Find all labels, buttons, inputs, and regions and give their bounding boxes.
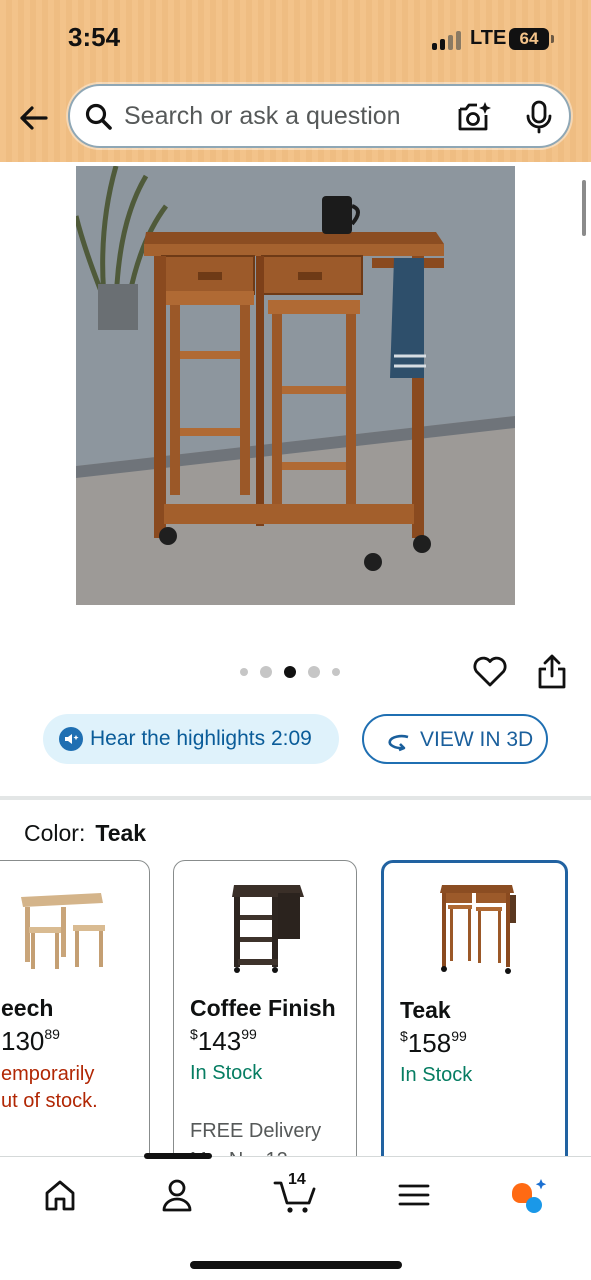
availability-line: emporarily xyxy=(1,1063,95,1085)
search-input[interactable] xyxy=(124,96,444,136)
color-swatch-beech[interactable]: eech 13089 emporarily ut of stock. xyxy=(0,860,150,1180)
swatch-availability: In Stock xyxy=(190,1062,263,1084)
cart-count-badge: 14 xyxy=(288,1171,306,1188)
account-icon[interactable] xyxy=(157,1175,197,1215)
home-indicator-bar xyxy=(190,1261,402,1269)
home-icon[interactable] xyxy=(40,1175,80,1215)
swatch-availability: emporarily ut of stock. xyxy=(1,1061,98,1115)
price-currency: $ xyxy=(190,1026,198,1042)
swatch-name: eech xyxy=(1,995,54,1021)
share-icon[interactable] xyxy=(536,652,568,690)
hear-highlights-label: Hear the highlights 2:09 xyxy=(90,727,312,750)
view-in-3d-button[interactable]: VIEW IN 3D xyxy=(362,714,548,764)
product-image[interactable] xyxy=(76,166,515,605)
search-icon xyxy=(85,103,112,130)
color-swatch-teak[interactable]: Teak $15899 In Stock xyxy=(381,860,568,1180)
swatch-price: 13089 xyxy=(1,1026,60,1057)
swatch-availability: In Stock xyxy=(400,1064,473,1086)
bottom-navigation: 14 xyxy=(0,1153,591,1280)
rufus-assistant-icon[interactable] xyxy=(506,1175,550,1215)
gallery-dot[interactable] xyxy=(240,668,248,676)
rotate-3d-icon xyxy=(388,734,409,752)
heart-icon[interactable] xyxy=(472,654,508,688)
active-tab-indicator xyxy=(144,1153,212,1159)
camera-lens-icon[interactable] xyxy=(456,100,492,134)
gallery-dot[interactable] xyxy=(308,666,320,678)
price-whole: 158 xyxy=(407,1028,452,1058)
battery-icon: 64 xyxy=(509,28,554,50)
search-bar[interactable] xyxy=(68,84,571,148)
network-type: LTE xyxy=(470,27,507,49)
gallery-dots[interactable] xyxy=(240,664,340,680)
price-currency: $ xyxy=(400,1028,408,1044)
view-in-3d-label: VIEW IN 3D xyxy=(420,728,534,751)
signal-icon xyxy=(432,30,466,50)
swatch-price: $14399 xyxy=(190,1026,257,1057)
product-photo xyxy=(76,166,515,605)
status-time: 3:54 xyxy=(68,22,121,52)
price-whole: 130 xyxy=(1,1026,45,1056)
gallery-dot-active[interactable] xyxy=(284,666,296,678)
back-arrow-icon[interactable] xyxy=(16,100,52,136)
color-selection-label: Color: Teak xyxy=(24,820,146,847)
price-fraction: 99 xyxy=(241,1026,257,1042)
scroll-indicator xyxy=(582,180,586,236)
color-swatch-coffee-finish[interactable]: Coffee Finish $14399 In Stock FREE Deliv… xyxy=(173,860,357,1180)
swatch-delivery: FREE Delivery xyxy=(190,1120,322,1142)
menu-icon[interactable] xyxy=(394,1175,434,1215)
price-whole: 143 xyxy=(197,1026,242,1056)
hear-highlights-button[interactable]: Hear the highlights 2:09 xyxy=(43,714,339,764)
section-divider xyxy=(0,796,591,800)
gallery-dot[interactable] xyxy=(332,668,340,676)
audio-sparkle-icon xyxy=(59,727,83,751)
battery-level: 64 xyxy=(519,29,539,48)
microphone-icon[interactable] xyxy=(524,100,554,134)
header: 3:54 LTE 64 xyxy=(0,0,591,162)
coffee-finish-product-thumbnail xyxy=(232,885,304,973)
beech-product-thumbnail xyxy=(21,893,105,969)
swatch-name: Teak xyxy=(400,997,451,1023)
price-fraction: 89 xyxy=(44,1026,60,1042)
color-selected-value: Teak xyxy=(95,820,147,846)
teak-product-thumbnail xyxy=(440,885,516,974)
color-label: Color: xyxy=(24,820,86,846)
availability-line: ut of stock. xyxy=(1,1090,98,1112)
swatch-name: Coffee Finish xyxy=(190,995,336,1021)
gallery-dot[interactable] xyxy=(260,666,272,678)
swatch-price: $15899 xyxy=(400,1028,467,1059)
price-fraction: 99 xyxy=(451,1028,467,1044)
